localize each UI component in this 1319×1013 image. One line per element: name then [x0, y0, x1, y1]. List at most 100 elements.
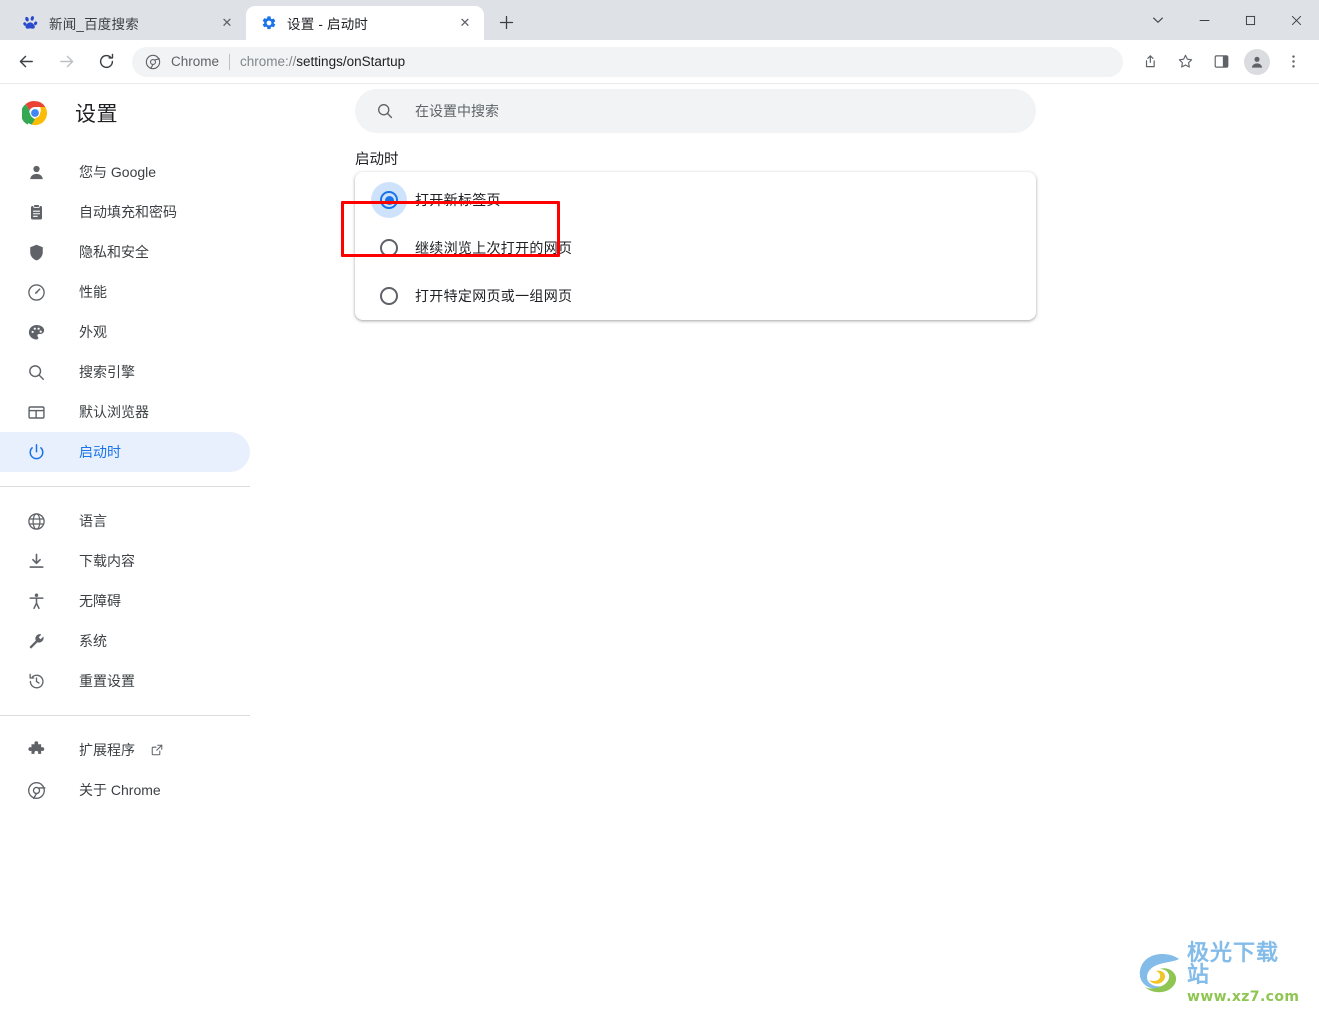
sidebar-item-downloads[interactable]: 下载内容	[0, 541, 256, 581]
radio-outer-ring	[380, 239, 398, 257]
avatar-icon	[1251, 56, 1263, 68]
startup-options-card: 打开新标签页 继续浏览上次打开的网页 打开特定网页或一组网页	[355, 172, 1036, 320]
omnibox-url: chrome://settings/onStartup	[240, 54, 405, 69]
side-panel-button[interactable]	[1205, 46, 1237, 78]
sidebar-item-about-chrome[interactable]: 关于 Chrome	[0, 770, 256, 810]
radio-inner-dot	[385, 244, 394, 253]
share-icon	[1145, 55, 1155, 68]
sidebar-item-label: 自动填充和密码	[79, 204, 177, 220]
sidebar-item-languages[interactable]: 语言	[0, 501, 256, 541]
maximize-button[interactable]	[1227, 0, 1273, 40]
sidebar-item-label: 隐私和安全	[79, 244, 149, 260]
tab-search-button[interactable]	[1135, 0, 1181, 40]
window-controls	[1135, 0, 1319, 40]
sidebar-item-label: 搜索引擎	[79, 364, 135, 380]
site-watermark: 极光下载站 www.xz7.com	[1135, 942, 1301, 1004]
sidebar-item-default-browser[interactable]: 默认浏览器	[0, 392, 256, 432]
tab-close-button[interactable]: ✕	[456, 14, 474, 32]
browser-menu-button[interactable]	[1277, 46, 1309, 78]
radio-button-unselected[interactable]	[371, 230, 407, 266]
minimize-button[interactable]	[1181, 0, 1227, 40]
startup-option-new-tab[interactable]: 打开新标签页	[355, 176, 1036, 224]
sidebar-item-accessibility[interactable]: 无障碍	[0, 581, 256, 621]
sidebar-item-label: 无障碍	[79, 593, 121, 609]
profile-avatar[interactable]	[1244, 48, 1270, 75]
watermark-url: www.xz7.com	[1187, 988, 1300, 1005]
sidebar-item-label: 扩展程序	[79, 742, 135, 758]
close-icon	[1291, 15, 1301, 25]
startup-option-continue-session[interactable]: 继续浏览上次打开的网页	[355, 224, 1036, 272]
search-icon	[375, 102, 394, 121]
toolbar-actions	[1131, 46, 1311, 78]
startup-option-label: 打开新标签页	[415, 192, 501, 208]
sidebar-item-performance[interactable]: 性能	[0, 272, 256, 312]
chevron-down-icon	[1153, 17, 1163, 23]
power-icon	[26, 442, 46, 462]
browser-toolbar: Chrome chrome://settings/onStartup	[0, 40, 1319, 84]
settings-page: 设置 您与 Google 自动填充和密码 隐私和安全 性能 外观 搜索引擎 默认…	[0, 84, 1319, 1012]
sidebar-item-label: 系统	[79, 633, 107, 649]
settings-title: 设置	[75, 103, 118, 126]
sidebar-item-search-engine[interactable]: 搜索引擎	[0, 352, 256, 392]
sidebar-item-reset-settings[interactable]: 重置设置	[0, 661, 256, 701]
close-button[interactable]	[1273, 0, 1319, 40]
wrench-icon	[26, 631, 46, 651]
history-restore-icon	[26, 671, 46, 691]
clipboard-icon	[26, 202, 46, 222]
sidebar-item-label: 关于 Chrome	[79, 782, 161, 798]
tab-close-button[interactable]: ✕	[218, 14, 236, 32]
radio-button-unselected[interactable]	[371, 278, 407, 314]
watermark-text: 极光下载站 www.xz7.com	[1187, 940, 1301, 1005]
shield-icon	[26, 242, 46, 262]
url-path: settings/onStartup	[296, 54, 406, 69]
sidebar-item-system[interactable]: 系统	[0, 621, 256, 661]
sidebar-item-on-startup[interactable]: 启动时	[0, 432, 250, 472]
reload-button[interactable]	[89, 45, 123, 79]
share-button[interactable]	[1133, 46, 1165, 78]
swirl-logo-icon	[1135, 950, 1185, 996]
watermark-title: 极光下载站	[1187, 940, 1280, 988]
sidebar-divider-1	[0, 486, 250, 487]
globe-icon	[26, 511, 46, 531]
back-arrow-icon	[19, 55, 33, 68]
sidebar-item-label: 语言	[79, 513, 107, 529]
bookmark-button[interactable]	[1169, 46, 1201, 78]
three-dot-menu-icon	[1291, 55, 1295, 68]
search-input[interactable]: 在设置中搜索	[355, 89, 1036, 133]
palette-icon	[26, 322, 46, 342]
new-tab-button[interactable]	[492, 8, 520, 36]
sidebar-divider-2	[0, 715, 250, 716]
startup-option-label: 继续浏览上次打开的网页	[415, 240, 573, 256]
settings-sidebar: 设置 您与 Google 自动填充和密码 隐私和安全 性能 外观 搜索引擎 默认…	[0, 84, 256, 1012]
chrome-shield-icon	[144, 53, 162, 71]
reload-icon	[99, 53, 113, 69]
back-button[interactable]	[9, 45, 43, 79]
tab-news-baidu[interactable]: 新闻_百度搜索 ✕	[8, 6, 246, 40]
radio-inner-dot	[385, 292, 394, 301]
accessibility-icon	[26, 591, 46, 611]
tab-settings-onstartup[interactable]: 设置 - 启动时 ✕	[246, 6, 484, 40]
settings-main: 在设置中搜索 启动时 打开新标签页 继续浏览上次打开的网页 打开特定网页或一组网…	[256, 84, 1319, 1012]
omnibox-separator	[229, 53, 231, 70]
startup-option-specific-pages[interactable]: 打开特定网页或一组网页	[355, 272, 1036, 320]
address-bar[interactable]: Chrome chrome://settings/onStartup	[132, 46, 1123, 77]
download-icon	[26, 551, 46, 571]
radio-button-selected[interactable]	[371, 182, 407, 218]
browser-window: 新闻_百度搜索 ✕ 设置 - 启动时 ✕ Chrome chrome://set…	[0, 0, 1319, 1013]
forward-button[interactable]	[49, 45, 83, 79]
sidebar-item-extensions[interactable]: 扩展程序	[0, 730, 256, 770]
startup-option-label: 打开特定网页或一组网页	[415, 288, 573, 304]
sidebar-item-autofill-passwords[interactable]: 自动填充和密码	[0, 192, 256, 232]
sidebar-item-appearance[interactable]: 外观	[0, 312, 256, 352]
tab-title: 设置 - 启动时	[287, 17, 369, 32]
search-placeholder: 在设置中搜索	[415, 103, 499, 119]
omnibox-chip-label: Chrome	[171, 54, 220, 69]
section-title-on-startup: 启动时	[355, 152, 399, 168]
radio-outer-ring	[380, 191, 398, 209]
puzzle-icon	[26, 740, 46, 760]
sidebar-item-privacy-security[interactable]: 隐私和安全	[0, 232, 256, 272]
maximize-icon	[1245, 15, 1255, 25]
sidebar-item-you-and-google[interactable]: 您与 Google	[0, 152, 256, 192]
radio-outer-ring	[380, 287, 398, 305]
minimize-icon	[1199, 19, 1209, 21]
